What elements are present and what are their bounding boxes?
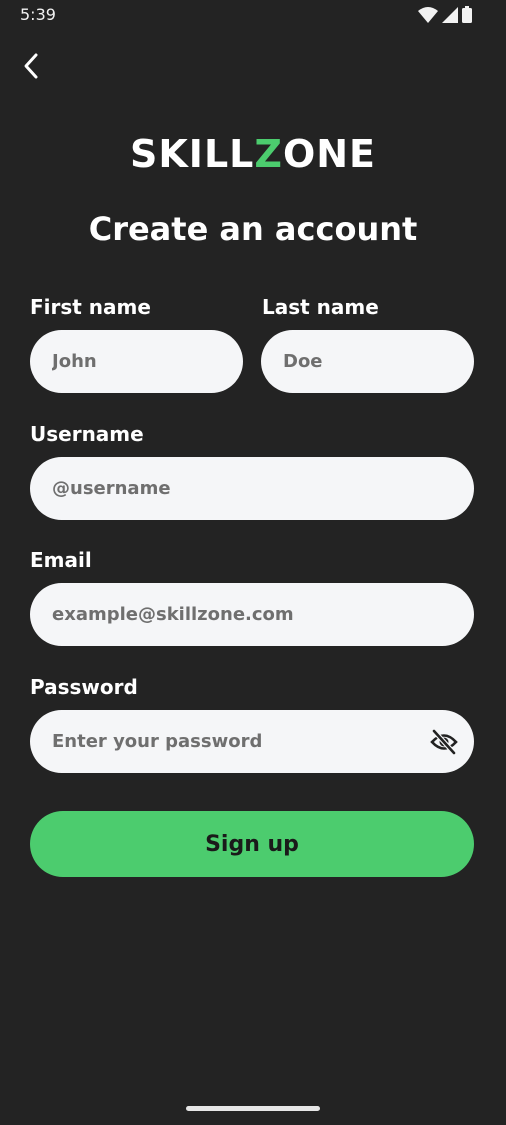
password-input[interactable]	[50, 730, 414, 753]
logo-part1: SKILL	[129, 132, 255, 176]
password-field[interactable]	[30, 710, 474, 773]
sign-up-button[interactable]: Sign up	[30, 811, 474, 877]
username-input[interactable]	[50, 477, 454, 500]
status-icons	[418, 6, 472, 23]
battery-icon	[462, 6, 472, 23]
wifi-icon	[418, 6, 438, 23]
last-name-input[interactable]	[281, 350, 454, 373]
signal-icon	[442, 6, 458, 23]
username-field[interactable]	[30, 457, 474, 520]
logo-accent: Z	[254, 132, 283, 176]
page-title: Create an account	[88, 210, 418, 248]
first-name-input[interactable]	[50, 350, 223, 373]
chevron-left-icon	[24, 53, 38, 79]
username-label: Username	[30, 422, 144, 446]
status-bar: 5:39	[0, 0, 506, 30]
last-name-label: Last name	[262, 295, 379, 319]
home-indicator[interactable]	[186, 1106, 320, 1111]
eye-off-icon[interactable]	[430, 729, 458, 755]
status-time: 5:39	[20, 5, 56, 24]
email-field[interactable]	[30, 583, 474, 646]
logo-part2: ONE	[282, 132, 377, 176]
back-button[interactable]	[14, 48, 48, 84]
last-name-field[interactable]	[261, 330, 474, 393]
email-input[interactable]	[50, 603, 454, 626]
first-name-label: First name	[30, 295, 151, 319]
first-name-field[interactable]	[30, 330, 243, 393]
email-label: Email	[30, 548, 92, 572]
password-label: Password	[30, 675, 138, 699]
app-logo: SKILLZONE	[0, 132, 506, 176]
